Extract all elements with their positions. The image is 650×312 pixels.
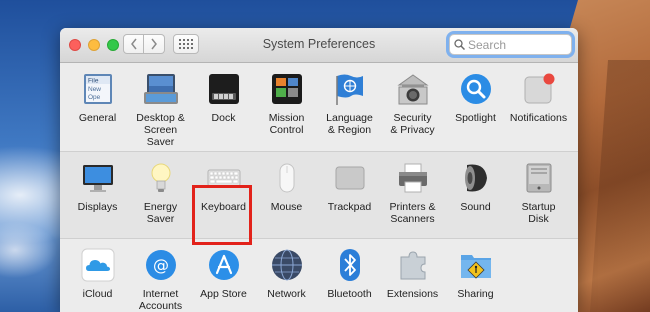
sound-icon (458, 160, 494, 196)
pane-label: Sound (460, 201, 491, 213)
displays-icon (80, 160, 116, 196)
hardware-section: Displays Energy Saver Keyboard Mouse Tra… (60, 151, 578, 240)
pane-energy-saver[interactable]: Energy Saver (129, 152, 192, 240)
pane-label: Desktop & Screen Saver (136, 112, 185, 148)
pane-label: Notifications (509, 112, 568, 124)
pane-label: Printers & Scanners (389, 201, 436, 225)
pane-dock[interactable]: Dock (192, 63, 255, 151)
app-store-icon (206, 247, 242, 283)
mission-control-icon (269, 71, 305, 107)
pane-label: Language & Region (326, 112, 373, 136)
search-field[interactable] (449, 34, 572, 55)
pane-label: Spotlight (455, 112, 496, 124)
pane-notifications[interactable]: Notifications (507, 63, 570, 151)
pane-trackpad[interactable]: Trackpad (318, 152, 381, 240)
notifications-icon (521, 71, 557, 107)
printer-icon (395, 160, 431, 196)
preferences-panes: File New Ope General Desktop & Screen Sa… (60, 63, 578, 312)
dock-icon (206, 71, 242, 107)
pane-label: App Store (200, 288, 247, 300)
security-icon (395, 71, 431, 107)
pane-label: Keyboard (201, 201, 246, 213)
desktop-icon (143, 71, 179, 107)
trackpad-icon (332, 160, 368, 196)
pane-network[interactable]: Network (255, 239, 318, 312)
sharing-icon (458, 247, 494, 283)
pane-displays[interactable]: Displays (66, 152, 129, 240)
pane-label: Startup Disk (521, 201, 556, 225)
pane-label: Displays (77, 201, 118, 213)
pane-bluetooth[interactable]: Bluetooth (318, 239, 381, 312)
extensions-icon (395, 247, 431, 283)
search-input[interactable] (465, 37, 568, 52)
pane-startup-disk[interactable]: Startup Disk (507, 152, 570, 240)
icloud-icon (80, 247, 116, 283)
pane-app-store[interactable]: App Store (192, 239, 255, 312)
pane-label: Sharing (457, 288, 494, 300)
system-preferences-window: System Preferences File New Ope (60, 28, 578, 312)
pane-spotlight[interactable]: Spotlight (444, 63, 507, 151)
spotlight-icon (458, 71, 494, 107)
general-icon-text-1: File (88, 78, 99, 85)
language-region-icon (332, 71, 368, 107)
pane-extensions[interactable]: Extensions (381, 239, 444, 312)
pane-icloud[interactable]: iCloud (66, 239, 129, 312)
keyboard-icon (206, 160, 242, 196)
pane-label: Energy Saver (143, 201, 178, 225)
general-icon-text-3: Ope (88, 94, 101, 101)
pane-label: Dock (211, 112, 236, 124)
pane-mouse[interactable]: Mouse (255, 152, 318, 240)
pane-internet-accounts[interactable]: @ Internet Accounts (129, 239, 192, 312)
pane-security-privacy[interactable]: Security & Privacy (381, 63, 444, 151)
pane-label: Extensions (386, 288, 439, 300)
pane-label: Trackpad (327, 201, 372, 213)
pane-general[interactable]: File New Ope General (66, 63, 129, 151)
pane-label: Internet Accounts (138, 288, 183, 312)
pane-printers-scanners[interactable]: Printers & Scanners (381, 152, 444, 240)
general-icon-text-2: New (88, 86, 101, 93)
pane-sound[interactable]: Sound (444, 152, 507, 240)
mouse-icon (269, 160, 305, 196)
search-icon (454, 39, 465, 50)
network-icon (269, 247, 305, 283)
pane-language-region[interactable]: Language & Region (318, 63, 381, 151)
pane-label: Security & Privacy (390, 112, 435, 136)
internet-accounts-icon: @ (143, 247, 179, 283)
pane-mission-control[interactable]: Mission Control (255, 63, 318, 151)
pane-label: Mission Control (268, 112, 305, 136)
startup-disk-icon (521, 160, 557, 196)
svg-text:@: @ (153, 256, 169, 275)
energy-saver-icon (143, 160, 179, 196)
pane-desktop-screen-saver[interactable]: Desktop & Screen Saver (129, 63, 192, 151)
pane-label: iCloud (82, 288, 113, 300)
personal-section: File New Ope General Desktop & Screen Sa… (60, 63, 578, 151)
bluetooth-icon (332, 247, 368, 283)
pane-label: Mouse (270, 201, 303, 213)
pane-label: Network (267, 288, 306, 300)
pane-sharing[interactable]: Sharing (444, 239, 507, 312)
title-bar[interactable]: System Preferences (60, 28, 578, 63)
pane-label: Bluetooth (327, 288, 372, 300)
internet-wireless-section: iCloud @ Internet Accounts App Store Net… (60, 238, 578, 312)
pane-keyboard[interactable]: Keyboard (192, 152, 255, 240)
pane-label: General (78, 112, 117, 124)
general-icon: File New Ope (80, 71, 116, 107)
